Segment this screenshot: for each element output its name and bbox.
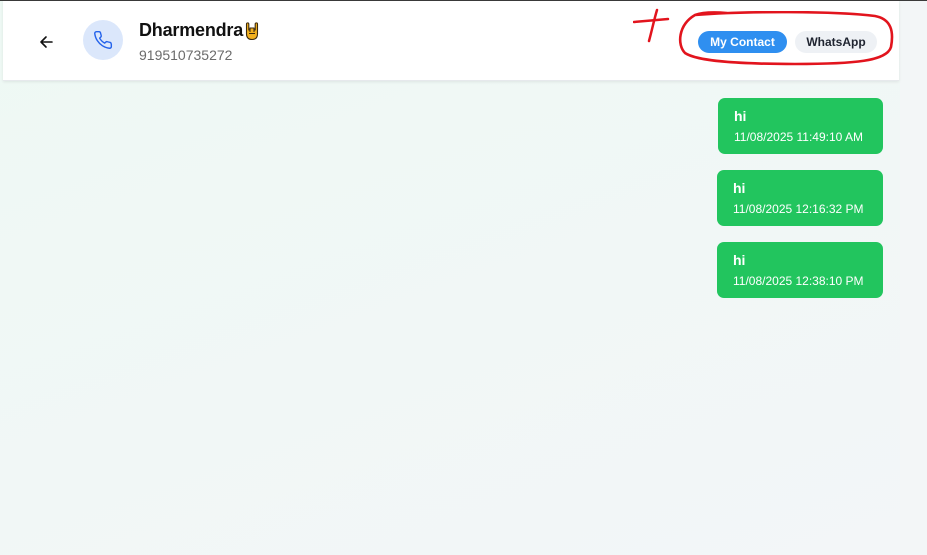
message-bubble[interactable]: hi 11/08/2025 11:49:10 AM (718, 98, 883, 154)
sign-of-horns-emoji-icon (244, 21, 260, 41)
message-text: hi (733, 252, 746, 268)
back-button[interactable] (33, 29, 59, 55)
contact-name-row: Dharmendra (139, 20, 260, 41)
phone-icon (94, 30, 113, 49)
message-timestamp: 11/08/2025 11:49:10 AM (734, 130, 863, 144)
scroll-gutter (900, 1, 927, 555)
chat-header: Dharmendra 919510735272 My Contact Whats… (3, 1, 899, 81)
annotation-cross-mark (633, 8, 670, 43)
message-bubble[interactable]: hi 11/08/2025 12:16:32 PM (717, 170, 883, 226)
contact-name: Dharmendra (139, 20, 244, 40)
message-timestamp: 11/08/2025 12:16:32 PM (733, 202, 864, 216)
my-contact-badge[interactable]: My Contact (698, 31, 787, 53)
arrow-left-icon (40, 36, 53, 48)
message-timestamp: 11/08/2025 12:38:10 PM (733, 274, 864, 288)
message-bubble[interactable]: hi 11/08/2025 12:38:10 PM (717, 242, 883, 298)
avatar (83, 20, 123, 60)
message-text: hi (733, 180, 746, 196)
whatsapp-badge[interactable]: WhatsApp (795, 31, 877, 53)
message-text: hi (734, 108, 747, 124)
contact-phone: 919510735272 (139, 47, 233, 63)
